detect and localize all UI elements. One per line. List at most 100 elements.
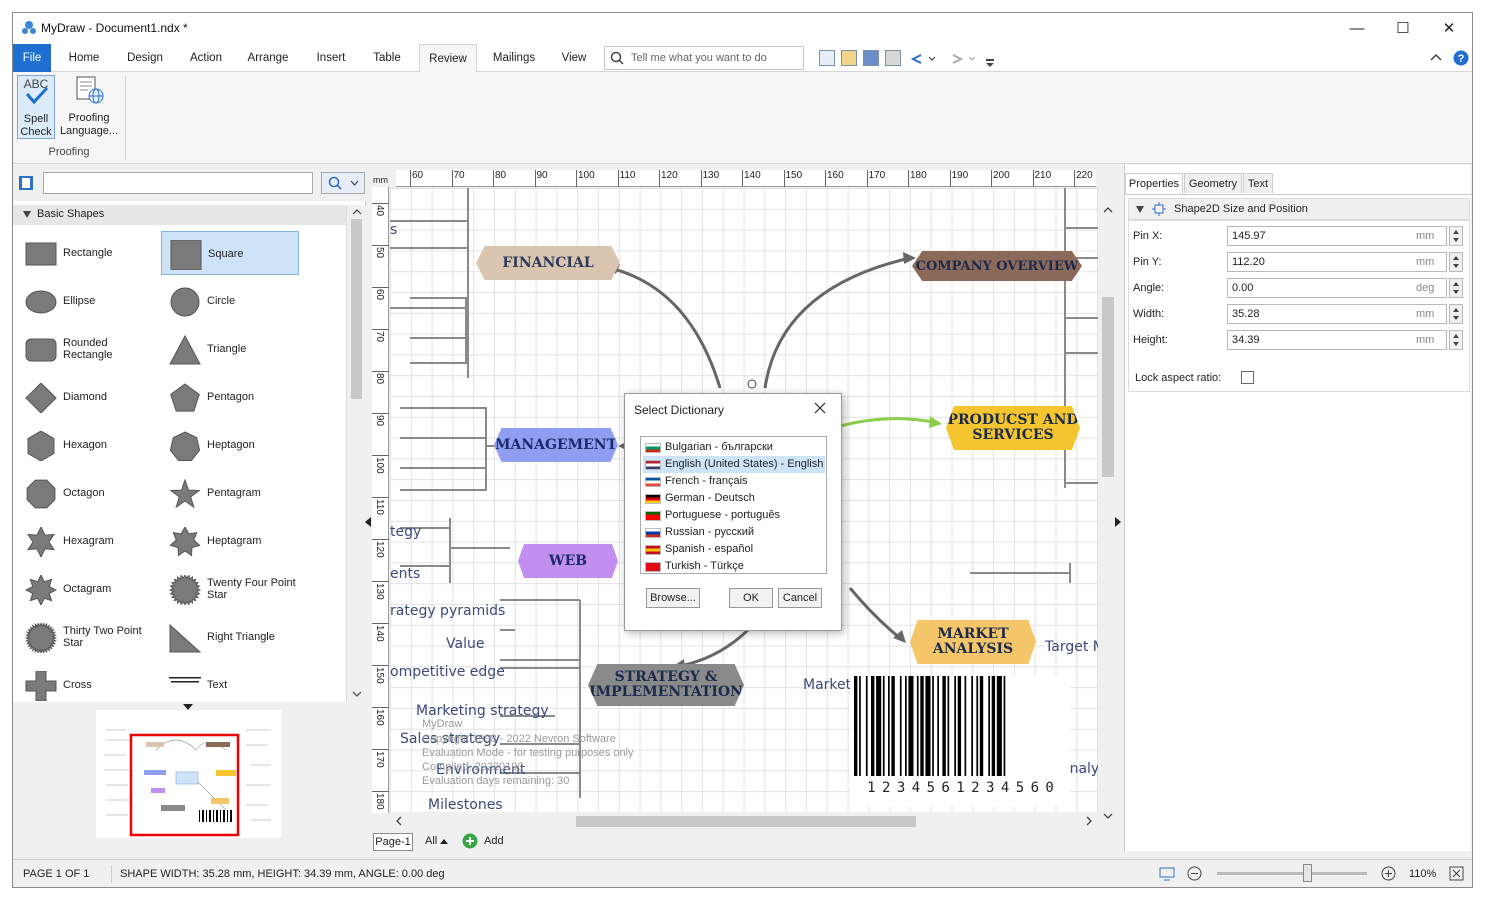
node-products[interactable]: PRODUCST AND SERVICES	[946, 406, 1080, 450]
page-tab-1[interactable]: Page-1	[373, 833, 413, 851]
dictionary-list[interactable]: Bulgarian - български English (United Sta…	[640, 436, 827, 574]
property-input[interactable]: 145.97	[1227, 226, 1447, 246]
tab-geometry[interactable]: Geometry	[1184, 173, 1242, 193]
shape-item-cross[interactable]: Cross	[17, 663, 155, 702]
shapes-search-button[interactable]	[321, 172, 365, 194]
scroll-right-icon[interactable]	[1086, 816, 1092, 826]
shape-item-triangle[interactable]: Triangle	[161, 327, 299, 371]
tab-action[interactable]: Action	[181, 44, 231, 72]
shape-item-ellipse[interactable]: Ellipse	[17, 279, 155, 323]
scroll-left-icon[interactable]	[396, 816, 402, 826]
shape-item-thirty-two-point-star[interactable]: Thirty Two Point Star	[17, 615, 155, 659]
shape-item-hexagon[interactable]: Hexagon	[17, 423, 155, 467]
dictionary-item[interactable]: Russian - русский	[643, 524, 825, 541]
spinner-button[interactable]	[1449, 330, 1463, 350]
tab-arrange[interactable]: Arrange	[239, 44, 297, 72]
shape-item-octagram[interactable]: Octagram	[17, 567, 155, 611]
scroll-up-icon[interactable]	[352, 209, 362, 215]
category-basic-shapes[interactable]: Basic Shapes	[13, 205, 346, 225]
property-input[interactable]: 34.39	[1227, 330, 1447, 350]
zoom-out-icon[interactable]	[1187, 866, 1202, 881]
shapes-search-input[interactable]	[43, 172, 313, 194]
save-icon[interactable]	[863, 50, 879, 66]
tab-file[interactable]: File	[13, 44, 51, 72]
lock-aspect-checkbox[interactable]	[1241, 371, 1254, 384]
shape-item-right-triangle[interactable]: Right Triangle	[161, 615, 299, 659]
fullscreen-icon[interactable]	[1449, 866, 1464, 881]
zoom-slider-thumb[interactable]	[1303, 864, 1312, 882]
tab-review[interactable]: Review	[419, 44, 477, 73]
spell-check-button[interactable]: ABC Spell Check	[17, 75, 55, 139]
shape-item-heptagon[interactable]: Heptagon	[161, 423, 299, 467]
dictionary-item[interactable]: English (United States) - English	[643, 456, 825, 473]
navigator-thumbnail[interactable]	[96, 710, 281, 838]
canvas-hscrollbar[interactable]	[390, 813, 1098, 829]
add-page-button[interactable]	[462, 833, 478, 852]
node-market-analysis[interactable]: MARKET ANALYSIS	[910, 620, 1036, 664]
tab-table[interactable]: Table	[363, 44, 411, 72]
shapes-scrollbar[interactable]	[346, 205, 366, 702]
cancel-button[interactable]: Cancel	[778, 588, 822, 608]
browse-button[interactable]: Browse...	[646, 588, 700, 608]
shape-item-heptagram[interactable]: Heptagram	[161, 519, 299, 563]
library-icon[interactable]	[18, 175, 34, 191]
shape-item-circle[interactable]: Circle	[161, 279, 299, 323]
zoom-slider-track[interactable]	[1217, 872, 1367, 875]
dictionary-item[interactable]: German - Deutsch	[643, 490, 825, 507]
spinner-button[interactable]	[1449, 304, 1463, 324]
help-icon[interactable]: ?	[1453, 50, 1469, 66]
fit-page-icon[interactable]	[1159, 867, 1175, 881]
scroll-thumb[interactable]	[351, 219, 362, 399]
spinner-button[interactable]	[1449, 278, 1463, 298]
tab-home[interactable]: Home	[59, 44, 109, 72]
shape-item-diamond[interactable]: Diamond	[17, 375, 155, 419]
tab-mailings[interactable]: Mailings	[485, 44, 543, 72]
tab-text[interactable]: Text	[1243, 173, 1273, 193]
dictionary-item[interactable]: Bulgarian - български	[643, 439, 825, 456]
right-panel-toggle-icon[interactable]	[1115, 517, 1121, 527]
redo-icon[interactable]	[949, 51, 977, 67]
new-document-icon[interactable]	[819, 50, 835, 66]
property-input[interactable]: 0.00	[1227, 278, 1447, 298]
dictionary-item[interactable]: Spanish - español	[643, 541, 825, 558]
scroll-up-icon[interactable]	[1103, 207, 1113, 213]
shape-item-pentagram[interactable]: Pentagram	[161, 471, 299, 515]
proofing-language-button[interactable]: Proofing Language...	[59, 75, 119, 139]
open-folder-icon[interactable]	[841, 50, 857, 66]
node-web[interactable]: WEB	[518, 544, 618, 578]
shape-item-rounded-rectangle[interactable]: Rounded Rectangle	[17, 327, 155, 371]
tab-view[interactable]: View	[551, 44, 597, 72]
scroll-down-icon[interactable]	[352, 691, 362, 697]
shape-item-square[interactable]: Square	[161, 231, 299, 275]
tab-insert[interactable]: Insert	[305, 44, 357, 72]
node-management[interactable]: MANAGEMENT	[494, 428, 618, 462]
vscroll-thumb[interactable]	[1102, 297, 1114, 477]
collapse-ribbon-icon[interactable]	[1430, 52, 1442, 64]
scroll-down-icon[interactable]	[1103, 813, 1113, 819]
shape-item-hexagram[interactable]: Hexagram	[17, 519, 155, 563]
customize-toolbar-icon[interactable]	[985, 58, 995, 68]
dictionary-item[interactable]: Turkish - Türkçe	[643, 558, 825, 575]
section-header[interactable]: Shape2D Size and Position	[1128, 198, 1470, 220]
property-input[interactable]: 112.20	[1227, 252, 1447, 272]
all-pages-button[interactable]: All	[425, 835, 449, 847]
canvas-vscrollbar[interactable]	[1100, 187, 1116, 819]
spinner-button[interactable]	[1449, 226, 1463, 246]
barcode[interactable]: 1 2 3 4 5 6 1 2 3 4 5 6 0	[850, 676, 1070, 806]
hscroll-thumb[interactable]	[576, 816, 916, 827]
shape-item-octagon[interactable]: Octagon	[17, 471, 155, 515]
close-button[interactable]: ✕	[1426, 13, 1472, 44]
print-icon[interactable]	[885, 50, 901, 66]
dialog-close-button[interactable]	[811, 400, 829, 418]
left-panel-toggle-icon[interactable]	[365, 517, 371, 527]
shape-item-text[interactable]: Text	[161, 663, 299, 702]
property-input[interactable]: 35.28	[1227, 304, 1447, 324]
zoom-in-icon[interactable]	[1381, 866, 1396, 881]
tell-me-search[interactable]: Tell me what you want to do	[604, 46, 804, 70]
dictionary-item[interactable]: French - français	[643, 473, 825, 490]
shape-item-pentagon[interactable]: Pentagon	[161, 375, 299, 419]
spinner-button[interactable]	[1449, 252, 1463, 272]
shape-item-rectangle[interactable]: Rectangle	[17, 231, 155, 275]
maximize-button[interactable]: ☐	[1380, 13, 1426, 44]
shape-item-twenty-four-point-star[interactable]: Twenty Four Point Star	[161, 567, 299, 611]
